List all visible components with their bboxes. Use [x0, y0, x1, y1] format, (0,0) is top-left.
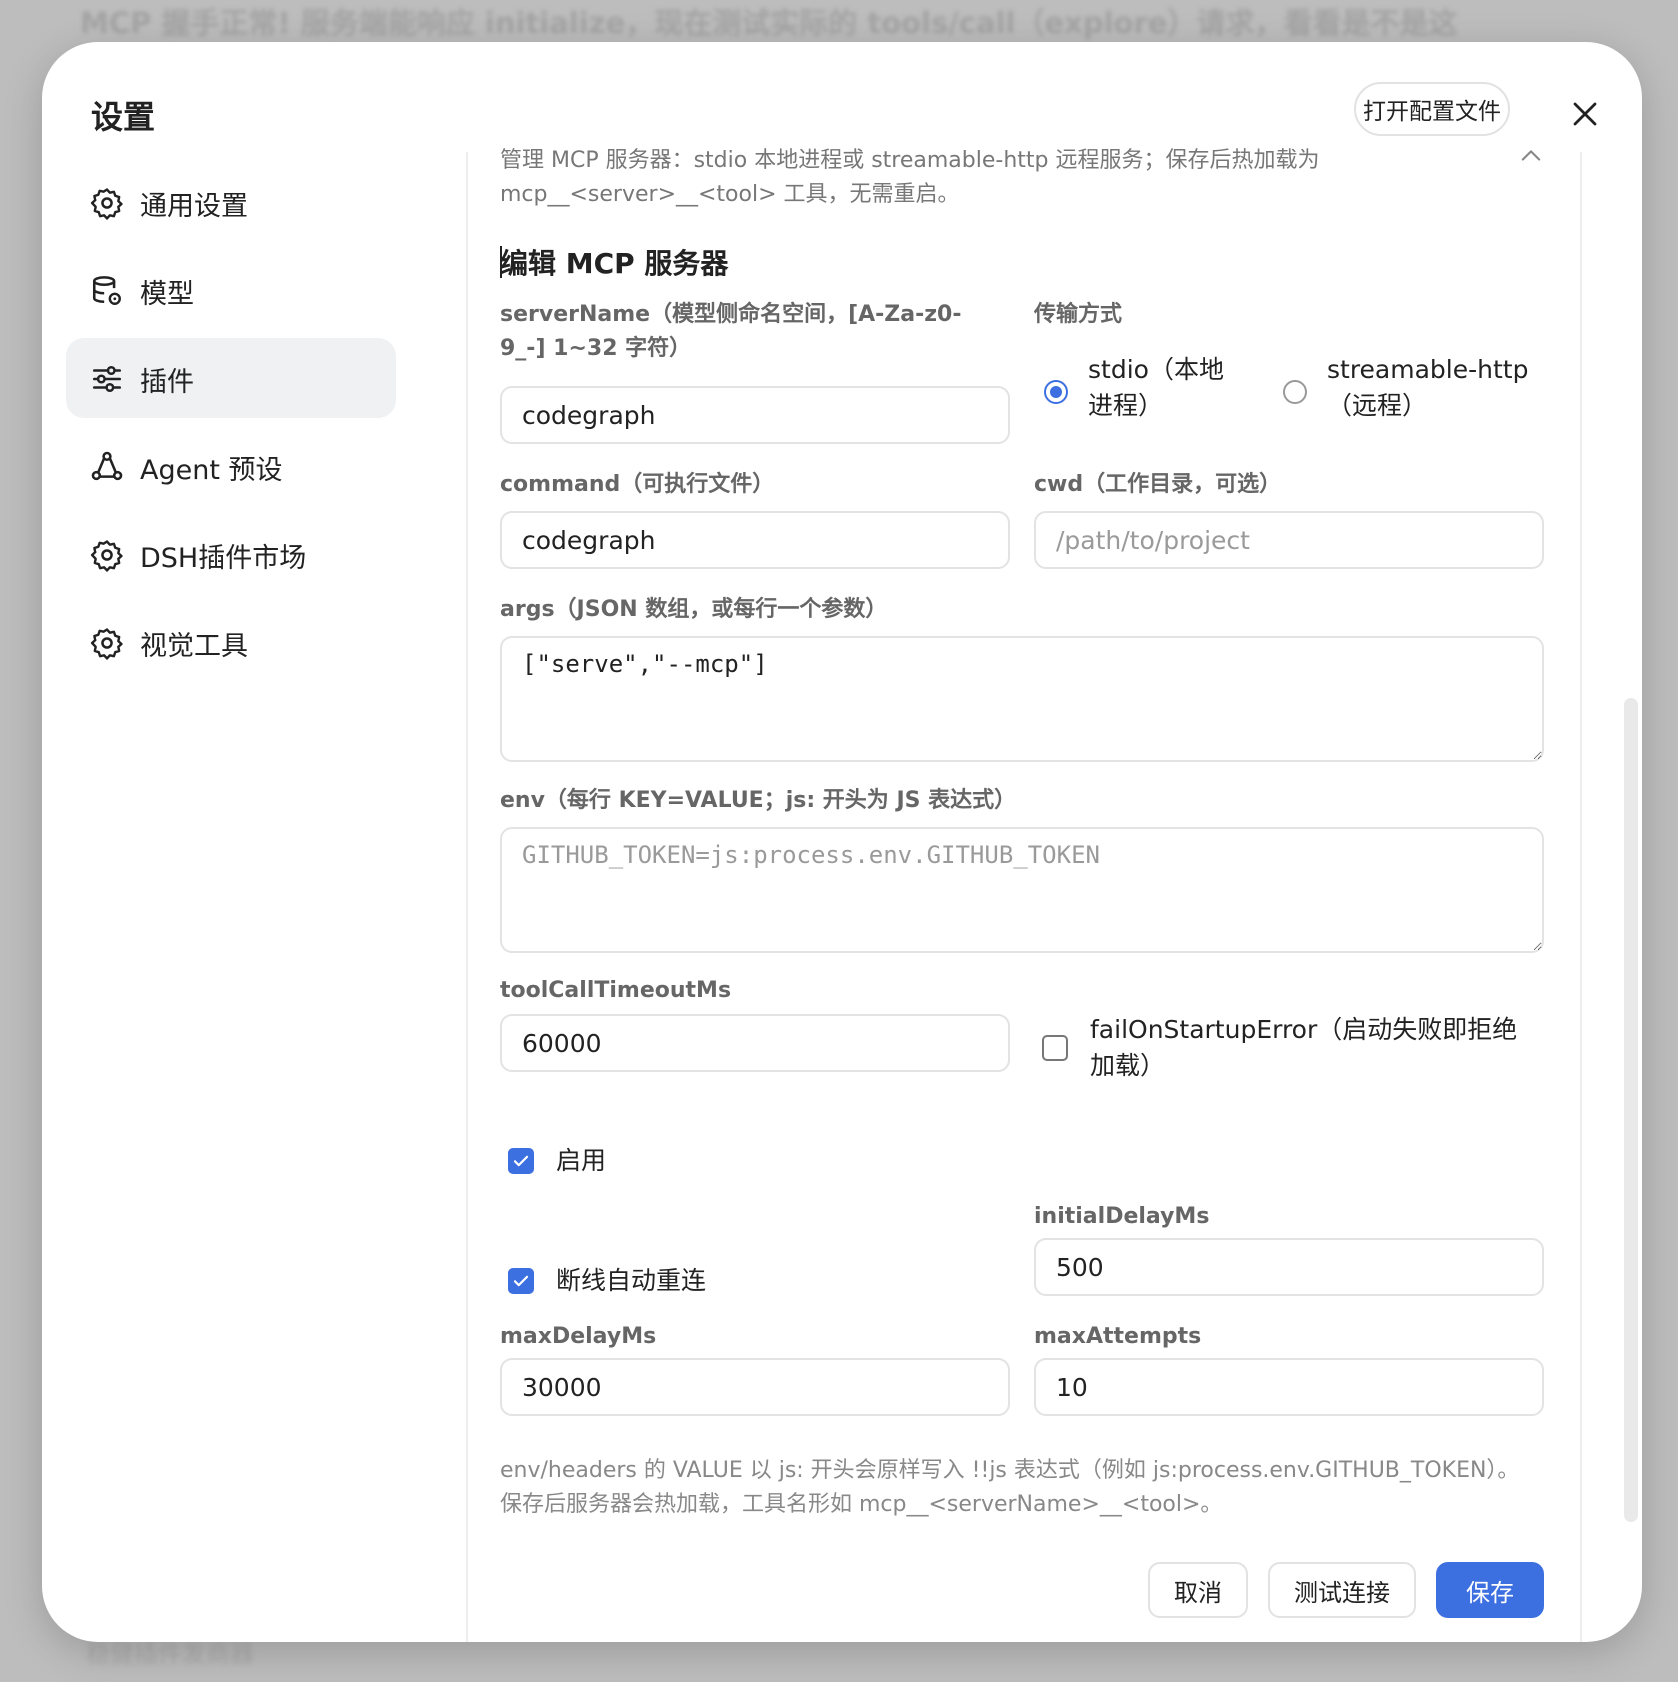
transport-stdio-radio[interactable] [1044, 380, 1068, 404]
chevron-up-icon[interactable] [1517, 142, 1545, 170]
close-icon [1573, 102, 1597, 125]
enabled-label[interactable]: 启用 [556, 1143, 606, 1179]
command-label: command（可执行文件） [500, 472, 775, 497]
label-line: 9_-] 1~32 字符） [500, 336, 692, 361]
fail-on-startup-label[interactable]: failOnStartupError（启动失败即拒绝 加载） [1090, 1012, 1517, 1084]
max-delay-label: maxDelayMs [500, 1324, 657, 1349]
label-line: stdio（本地 [1088, 355, 1224, 384]
args-label: args（JSON 数组，或每行一个参数） [500, 597, 888, 622]
footnote: env/headers 的 VALUE 以 js: 开头会原样写入 !!js 表… [500, 1454, 1540, 1522]
transport-label: 传输方式 [1034, 302, 1123, 327]
gear-icon [90, 538, 124, 572]
nav-label: 插件 [140, 367, 194, 398]
footnote-line: env/headers 的 VALUE 以 js: 开头会原样写入 !!js 表… [500, 1458, 1520, 1483]
timeout-input[interactable] [500, 1014, 1010, 1072]
timeout-label: toolCallTimeoutMs [500, 978, 732, 1003]
footnote-line: 保存后服务器会热加载，工具名形如 mcp__<serverName>__<too… [500, 1492, 1223, 1517]
label-line: 进程） [1088, 391, 1164, 420]
save-button[interactable]: 保存 [1436, 1562, 1544, 1618]
nav-item-plugins[interactable]: 插件 [66, 338, 396, 418]
label-line: 加载） [1090, 1051, 1166, 1080]
sliders-icon [90, 362, 124, 396]
transport-http-label[interactable]: streamable-http （远程） [1327, 352, 1528, 424]
transport-stdio-label[interactable]: stdio（本地 进程） [1088, 352, 1224, 424]
gear-icon [90, 626, 124, 660]
enabled-checkbox[interactable] [508, 1148, 534, 1174]
plugin-intro: 管理 MCP 服务器：stdio 本地进程或 streamable-http 远… [500, 144, 1420, 212]
cancel-button[interactable]: 取消 [1148, 1562, 1248, 1618]
label-line: failOnStartupError（启动失败即拒绝 [1090, 1015, 1518, 1044]
initial-delay-input[interactable] [1034, 1238, 1544, 1296]
nav-label: 通用设置 [140, 191, 248, 222]
cwd-label: cwd（工作目录，可选） [1034, 472, 1282, 497]
initial-delay-label: initialDelayMs [1034, 1204, 1210, 1229]
nav-label: 模型 [140, 279, 194, 310]
close-button[interactable] [1562, 92, 1608, 138]
transport-http-radio[interactable] [1283, 380, 1307, 404]
auto-reconnect-checkbox[interactable] [508, 1268, 534, 1294]
server-name-input[interactable] [500, 386, 1010, 444]
scrollbar-thumb[interactable] [1624, 698, 1638, 1522]
nav-label: Agent 预设 [140, 455, 283, 486]
settings-modal: 设置 打开配置文件 通用设置 模型 插件 Agent 预设 DSH插件市场 视觉… [42, 42, 1642, 1642]
network-icon [90, 450, 124, 484]
max-attempts-input[interactable] [1034, 1358, 1544, 1416]
fail-on-startup-checkbox[interactable] [1042, 1035, 1068, 1061]
env-label: env（每行 KEY=VALUE；js: 开头为 JS 表达式） [500, 788, 1017, 813]
server-name-label: serverName（模型侧命名空间，[A-Za-z0- 9_-] 1~32 字… [500, 298, 1000, 366]
section-title: 编辑 MCP 服务器 [500, 247, 729, 280]
label-line: streamable-http [1327, 355, 1529, 384]
modal-title: 设置 [91, 98, 156, 136]
database-gear-icon [90, 274, 124, 308]
check-icon [513, 1275, 529, 1287]
env-textarea[interactable] [500, 827, 1544, 953]
label-line: （远程） [1327, 391, 1428, 420]
background-text-top: MCP 握手正常! 服务端能响应 initialize，现在测试实际的 tool… [80, 6, 1458, 40]
cwd-input[interactable] [1034, 511, 1544, 569]
args-textarea[interactable]: ["serve","--mcp"] [500, 636, 1544, 762]
test-connection-button[interactable]: 测试连接 [1268, 1562, 1416, 1618]
nav-item-vision-tools[interactable]: 视觉工具 [66, 602, 396, 682]
open-config-button[interactable]: 打开配置文件 [1354, 82, 1510, 136]
max-delay-input[interactable] [500, 1358, 1010, 1416]
intro-line: mcp__<server>__<tool> 工具，无需重启。 [500, 182, 960, 207]
auto-reconnect-label[interactable]: 断线自动重连 [556, 1263, 706, 1299]
command-input[interactable] [500, 511, 1010, 569]
gear-icon [90, 186, 124, 220]
check-icon [513, 1155, 529, 1167]
nav-item-general[interactable]: 通用设置 [66, 162, 396, 242]
label-line: serverName（模型侧命名空间，[A-Za-z0- [500, 302, 962, 327]
nav-item-agent-presets[interactable]: Agent 预设 [66, 426, 396, 506]
nav-item-dsh-market[interactable]: DSH插件市场 [66, 514, 396, 594]
nav-item-model[interactable]: 模型 [66, 250, 396, 330]
max-attempts-label: maxAttempts [1034, 1324, 1202, 1349]
intro-line: 管理 MCP 服务器：stdio 本地进程或 streamable-http 远… [500, 148, 1320, 173]
nav-label: DSH插件市场 [140, 543, 307, 574]
nav-label: 视觉工具 [140, 631, 248, 662]
